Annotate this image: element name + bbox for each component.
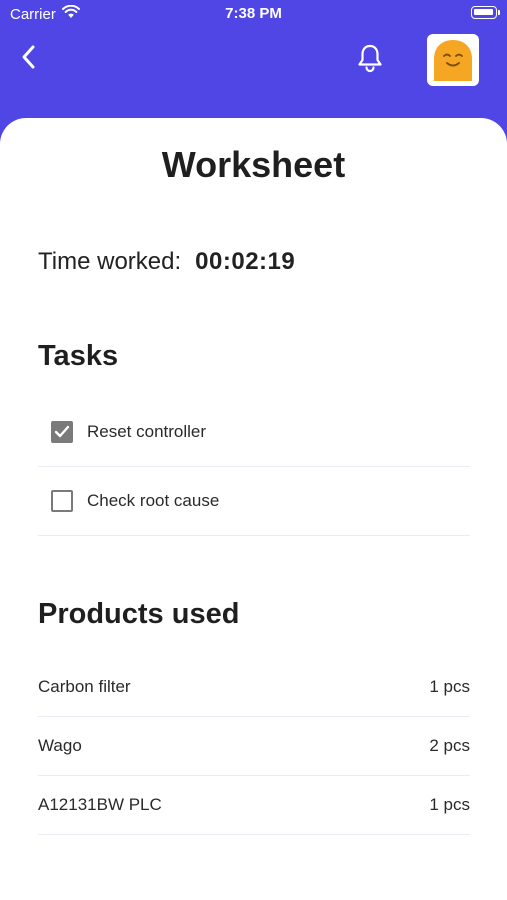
task-item-reset-controller[interactable]: Reset controller: [38, 398, 470, 467]
time-worked-label: Time worked:: [38, 248, 182, 275]
product-name: Carbon filter: [38, 677, 131, 696]
task-item-check-root-cause[interactable]: Check root cause: [38, 467, 470, 536]
chevron-left-icon: [21, 44, 37, 75]
status-bar: Carrier 7:38 PM: [0, 0, 507, 28]
bell-icon: [356, 43, 384, 78]
product-quantity: 1 pcs: [429, 677, 470, 696]
battery-icon: [471, 6, 500, 19]
content-card: Worksheet Time worked: 00:02:19 Tasks Re…: [0, 118, 507, 900]
product-list: Carbon filter 1 pcs Wago 2 pcs A12131BW …: [38, 658, 470, 835]
task-list: Reset controller Check root cause: [38, 398, 470, 536]
product-item: Carbon filter 1 pcs: [38, 658, 470, 717]
products-heading: Products used: [38, 598, 240, 630]
time-worked-value: 00:02:19: [195, 248, 296, 275]
product-quantity: 1 pcs: [429, 795, 470, 814]
product-item: A12131BW PLC 1 pcs: [38, 776, 470, 835]
time-worked-row: Time worked: 00:02:19: [38, 248, 295, 276]
avatar[interactable]: [427, 34, 479, 86]
task-label: Check root cause: [87, 491, 220, 510]
product-name: Wago: [38, 736, 82, 755]
status-time: 7:38 PM: [225, 5, 282, 22]
back-button[interactable]: [12, 42, 46, 76]
notifications-button[interactable]: [352, 42, 388, 78]
product-name: A12131BW PLC: [38, 795, 162, 814]
page-title: Worksheet: [161, 144, 346, 185]
product-item: Wago 2 pcs: [38, 717, 470, 776]
tasks-heading: Tasks: [38, 340, 119, 372]
checkbox-unchecked[interactable]: [51, 490, 73, 512]
smiley-avatar-icon: [430, 35, 476, 86]
product-quantity: 2 pcs: [429, 736, 470, 755]
checkmark-icon: [54, 425, 70, 438]
header-bar: [0, 28, 507, 118]
checkbox-checked[interactable]: [51, 421, 73, 443]
task-label: Reset controller: [87, 422, 207, 441]
